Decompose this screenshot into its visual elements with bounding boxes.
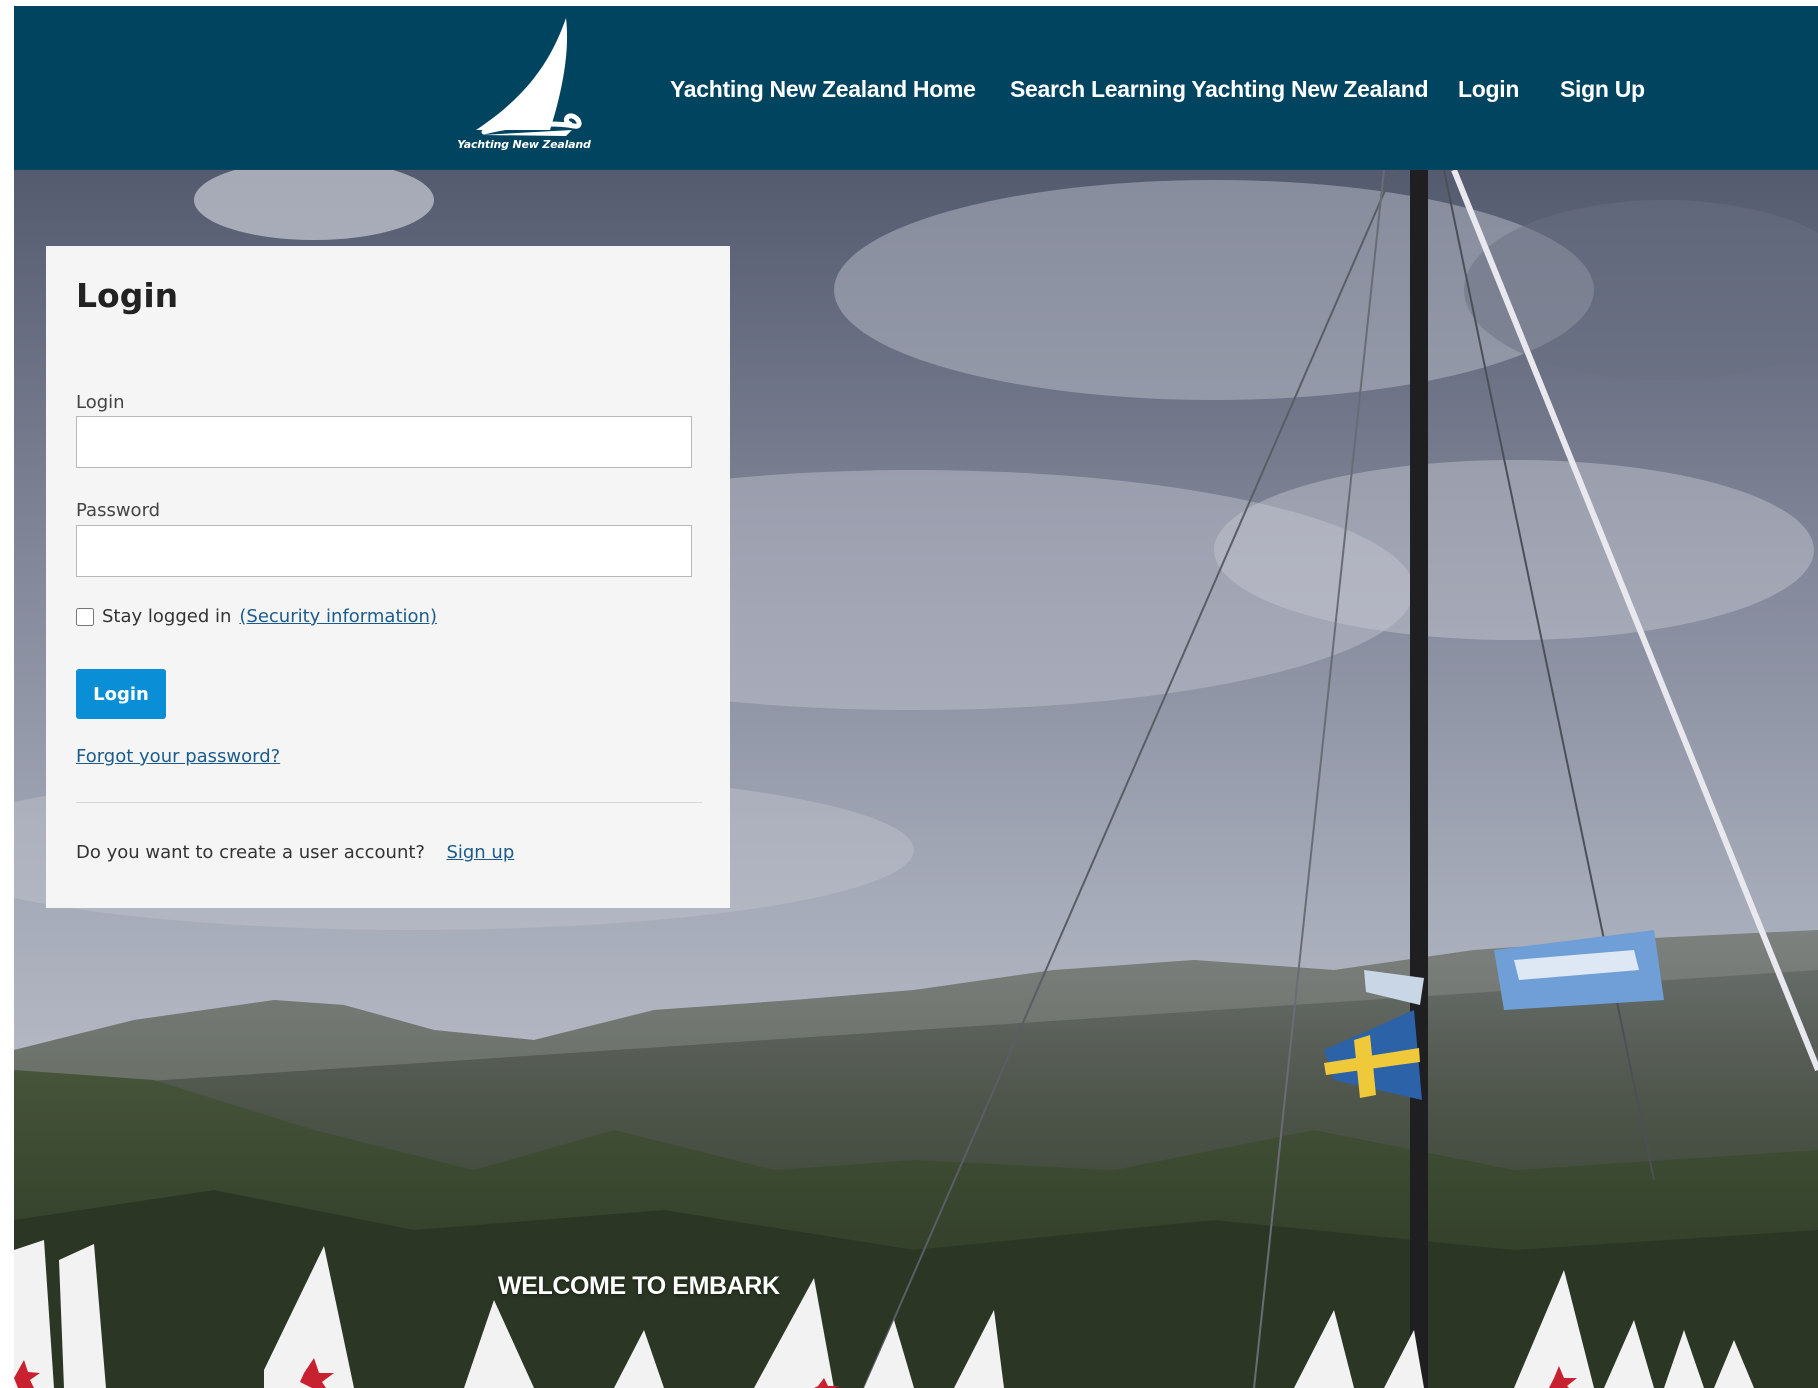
nav-search-learning-link[interactable]: Search Learning Yachting New Zealand (1010, 76, 1429, 103)
site-header: Yachting New Zealand Yachting New Zealan… (14, 6, 1818, 170)
welcome-heading: WELCOME TO EMBARK (498, 1272, 780, 1300)
nav-signup-link[interactable]: Sign Up (1560, 76, 1645, 103)
stay-logged-in-label[interactable]: Stay logged in (102, 606, 231, 627)
username-label: Login (76, 392, 125, 413)
forgot-password-link[interactable]: Forgot your password? (76, 746, 280, 767)
password-label: Password (76, 500, 161, 521)
logo-text: Yachting New Zealand (457, 138, 591, 151)
signup-link[interactable]: Sign up (446, 842, 514, 863)
login-title: Login (76, 276, 179, 315)
create-account-row: Do you want to create a user account? Si… (76, 842, 514, 863)
page: Yachting New Zealand Yachting New Zealan… (14, 6, 1818, 1388)
stay-logged-in-checkbox[interactable] (76, 607, 94, 626)
divider (76, 802, 702, 803)
sailboat-logo-icon (476, 18, 582, 136)
login-submit-button[interactable]: Login (76, 669, 166, 719)
site-logo[interactable]: Yachting New Zealand (454, 12, 594, 158)
create-account-prompt: Do you want to create a user account? (76, 842, 425, 863)
nav-login-link[interactable]: Login (1458, 76, 1519, 103)
stay-logged-in-row: Stay logged in (Security information) (76, 606, 437, 627)
nav-home-link[interactable]: Yachting New Zealand Home (670, 76, 976, 103)
username-input[interactable] (76, 416, 692, 468)
password-input[interactable] (76, 525, 692, 577)
login-card: Login Login Password Stay logged in (Sec… (46, 246, 730, 908)
security-information-link[interactable]: (Security information) (239, 606, 437, 627)
